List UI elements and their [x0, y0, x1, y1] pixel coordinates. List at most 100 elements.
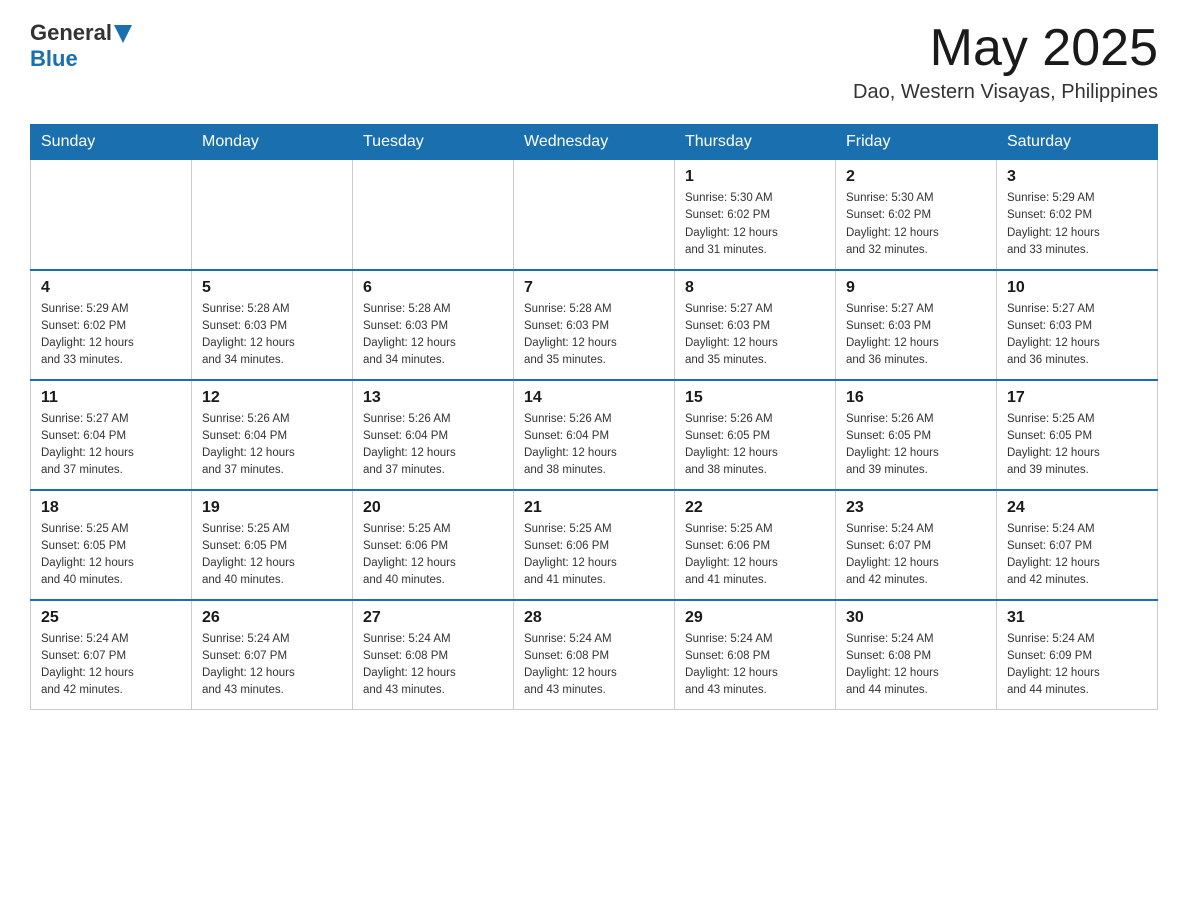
calendar-cell: 16Sunrise: 5:26 AMSunset: 6:05 PMDayligh…	[836, 380, 997, 490]
day-info: Sunrise: 5:26 AMSunset: 6:05 PMDaylight:…	[685, 411, 825, 480]
day-info: Sunrise: 5:30 AMSunset: 6:02 PMDaylight:…	[846, 190, 986, 259]
day-number: 25	[41, 609, 181, 627]
day-info: Sunrise: 5:25 AMSunset: 6:05 PMDaylight:…	[41, 521, 181, 590]
title-block: May 2025 Dao, Western Visayas, Philippin…	[853, 20, 1158, 104]
logo-arrow-icon	[114, 25, 132, 43]
calendar-week-row: 18 Sunrise: 5:25 AMSunset: 6:05 PMDayligh…	[31, 490, 1158, 600]
calendar-week-row: 25 Sunrise: 5:24 AMSunset: 6:07 PMDayligh…	[31, 600, 1158, 710]
day-info: Sunrise: 5:25 AMSunset: 6:05 PMDaylight:…	[202, 521, 342, 590]
day-number: 21	[524, 499, 664, 517]
day-info: Sunrise: 5:27 AMSunset: 6:04 PMDaylight:…	[41, 411, 181, 480]
month-year-title: May 2025	[853, 20, 1158, 77]
day-info: Sunrise: 5:26 AMSunset: 6:04 PMDaylight:…	[202, 411, 342, 480]
day-number: 11	[41, 389, 181, 407]
weekday-header-monday: Monday	[192, 125, 353, 160]
day-info: Sunrise: 5:24 AMSunset: 6:08 PMDaylight:…	[685, 631, 825, 700]
calendar-cell	[31, 160, 192, 270]
calendar-cell: 17 Sunrise: 5:25 AMSunset: 6:05 PMDayligh…	[997, 380, 1158, 490]
day-number: 10	[1007, 279, 1147, 297]
calendar-cell: 14 Sunrise: 5:26 AMSunset: 6:04 PMDayligh…	[514, 380, 675, 490]
day-info: Sunrise: 5:30 AMSunset: 6:02 PMDaylight:…	[685, 190, 825, 259]
calendar-cell: 18 Sunrise: 5:25 AMSunset: 6:05 PMDayligh…	[31, 490, 192, 600]
calendar-cell	[192, 160, 353, 270]
calendar-cell: 23Sunrise: 5:24 AMSunset: 6:07 PMDayligh…	[836, 490, 997, 600]
day-number: 9	[846, 279, 986, 297]
day-info: Sunrise: 5:24 AMSunset: 6:08 PMDaylight:…	[524, 631, 664, 700]
day-info: Sunrise: 5:29 AMSunset: 6:02 PMDaylight:…	[1007, 190, 1147, 259]
day-number: 26	[202, 609, 342, 627]
day-number: 4	[41, 279, 181, 297]
calendar-cell: 8 Sunrise: 5:27 AMSunset: 6:03 PMDaylight…	[675, 270, 836, 380]
calendar-cell: 6 Sunrise: 5:28 AMSunset: 6:03 PMDaylight…	[353, 270, 514, 380]
day-number: 3	[1007, 168, 1147, 186]
day-info: Sunrise: 5:24 AMSunset: 6:09 PMDaylight:…	[1007, 631, 1147, 700]
day-number: 12	[202, 389, 342, 407]
calendar-cell: 4 Sunrise: 5:29 AMSunset: 6:02 PMDaylight…	[31, 270, 192, 380]
day-number: 28	[524, 609, 664, 627]
day-info: Sunrise: 5:24 AMSunset: 6:08 PMDaylight:…	[363, 631, 503, 700]
day-number: 17	[1007, 389, 1147, 407]
weekday-header-tuesday: Tuesday	[353, 125, 514, 160]
page-header: General Blue May 2025 Dao, Western Visay…	[30, 20, 1158, 104]
weekday-header-row: SundayMondayTuesdayWednesdayThursdayFrid…	[31, 125, 1158, 160]
day-number: 15	[685, 389, 825, 407]
calendar-cell: 11 Sunrise: 5:27 AMSunset: 6:04 PMDayligh…	[31, 380, 192, 490]
calendar-cell	[353, 160, 514, 270]
day-info: Sunrise: 5:25 AMSunset: 6:06 PMDaylight:…	[363, 521, 503, 590]
day-info: Sunrise: 5:26 AMSunset: 6:04 PMDaylight:…	[524, 411, 664, 480]
day-info: Sunrise: 5:25 AMSunset: 6:05 PMDaylight:…	[1007, 411, 1147, 480]
day-info: Sunrise: 5:24 AMSunset: 6:07 PMDaylight:…	[41, 631, 181, 700]
day-number: 23	[846, 499, 986, 517]
day-info: Sunrise: 5:27 AMSunset: 6:03 PMDaylight:…	[685, 301, 825, 370]
day-number: 14	[524, 389, 664, 407]
weekday-header-saturday: Saturday	[997, 125, 1158, 160]
day-number: 16	[846, 389, 986, 407]
calendar-week-row: 11 Sunrise: 5:27 AMSunset: 6:04 PMDayligh…	[31, 380, 1158, 490]
logo: General Blue	[30, 20, 132, 72]
day-info: Sunrise: 5:28 AMSunset: 6:03 PMDaylight:…	[202, 301, 342, 370]
day-info: Sunrise: 5:25 AMSunset: 6:06 PMDaylight:…	[524, 521, 664, 590]
calendar-cell: 10 Sunrise: 5:27 AMSunset: 6:03 PMDayligh…	[997, 270, 1158, 380]
calendar-cell: 29 Sunrise: 5:24 AMSunset: 6:08 PMDayligh…	[675, 600, 836, 710]
day-info: Sunrise: 5:27 AMSunset: 6:03 PMDaylight:…	[1007, 301, 1147, 370]
day-number: 13	[363, 389, 503, 407]
day-number: 6	[363, 279, 503, 297]
day-number: 18	[41, 499, 181, 517]
day-number: 20	[363, 499, 503, 517]
day-number: 8	[685, 279, 825, 297]
calendar-week-row: 1Sunrise: 5:30 AMSunset: 6:02 PMDaylight…	[31, 160, 1158, 270]
calendar-cell: 19Sunrise: 5:25 AMSunset: 6:05 PMDayligh…	[192, 490, 353, 600]
day-info: Sunrise: 5:29 AMSunset: 6:02 PMDaylight:…	[41, 301, 181, 370]
day-number: 29	[685, 609, 825, 627]
calendar-cell: 27 Sunrise: 5:24 AMSunset: 6:08 PMDayligh…	[353, 600, 514, 710]
calendar-cell: 28 Sunrise: 5:24 AMSunset: 6:08 PMDayligh…	[514, 600, 675, 710]
calendar-cell: 22 Sunrise: 5:25 AMSunset: 6:06 PMDayligh…	[675, 490, 836, 600]
day-info: Sunrise: 5:28 AMSunset: 6:03 PMDaylight:…	[363, 301, 503, 370]
day-info: Sunrise: 5:27 AMSunset: 6:03 PMDaylight:…	[846, 301, 986, 370]
day-info: Sunrise: 5:24 AMSunset: 6:07 PMDaylight:…	[1007, 521, 1147, 590]
day-number: 27	[363, 609, 503, 627]
logo-general: General	[30, 20, 112, 46]
calendar-cell: 2 Sunrise: 5:30 AMSunset: 6:02 PMDaylight…	[836, 160, 997, 270]
calendar-cell: 5Sunrise: 5:28 AMSunset: 6:03 PMDaylight…	[192, 270, 353, 380]
calendar-cell: 31 Sunrise: 5:24 AMSunset: 6:09 PMDayligh…	[997, 600, 1158, 710]
day-info: Sunrise: 5:25 AMSunset: 6:06 PMDaylight:…	[685, 521, 825, 590]
day-number: 2	[846, 168, 986, 186]
weekday-header-friday: Friday	[836, 125, 997, 160]
day-info: Sunrise: 5:24 AMSunset: 6:08 PMDaylight:…	[846, 631, 986, 700]
day-info: Sunrise: 5:26 AMSunset: 6:04 PMDaylight:…	[363, 411, 503, 480]
logo-blue: Blue	[30, 46, 78, 72]
calendar-cell: 24Sunrise: 5:24 AMSunset: 6:07 PMDayligh…	[997, 490, 1158, 600]
calendar-cell: 7Sunrise: 5:28 AMSunset: 6:03 PMDaylight…	[514, 270, 675, 380]
day-number: 22	[685, 499, 825, 517]
calendar-cell: 25 Sunrise: 5:24 AMSunset: 6:07 PMDayligh…	[31, 600, 192, 710]
day-number: 30	[846, 609, 986, 627]
calendar-cell: 12 Sunrise: 5:26 AMSunset: 6:04 PMDayligh…	[192, 380, 353, 490]
day-number: 31	[1007, 609, 1147, 627]
day-number: 7	[524, 279, 664, 297]
calendar-cell: 26Sunrise: 5:24 AMSunset: 6:07 PMDayligh…	[192, 600, 353, 710]
calendar-cell: 9 Sunrise: 5:27 AMSunset: 6:03 PMDaylight…	[836, 270, 997, 380]
location-subtitle: Dao, Western Visayas, Philippines	[853, 81, 1158, 104]
calendar-cell: 13 Sunrise: 5:26 AMSunset: 6:04 PMDayligh…	[353, 380, 514, 490]
calendar-cell: 21 Sunrise: 5:25 AMSunset: 6:06 PMDayligh…	[514, 490, 675, 600]
